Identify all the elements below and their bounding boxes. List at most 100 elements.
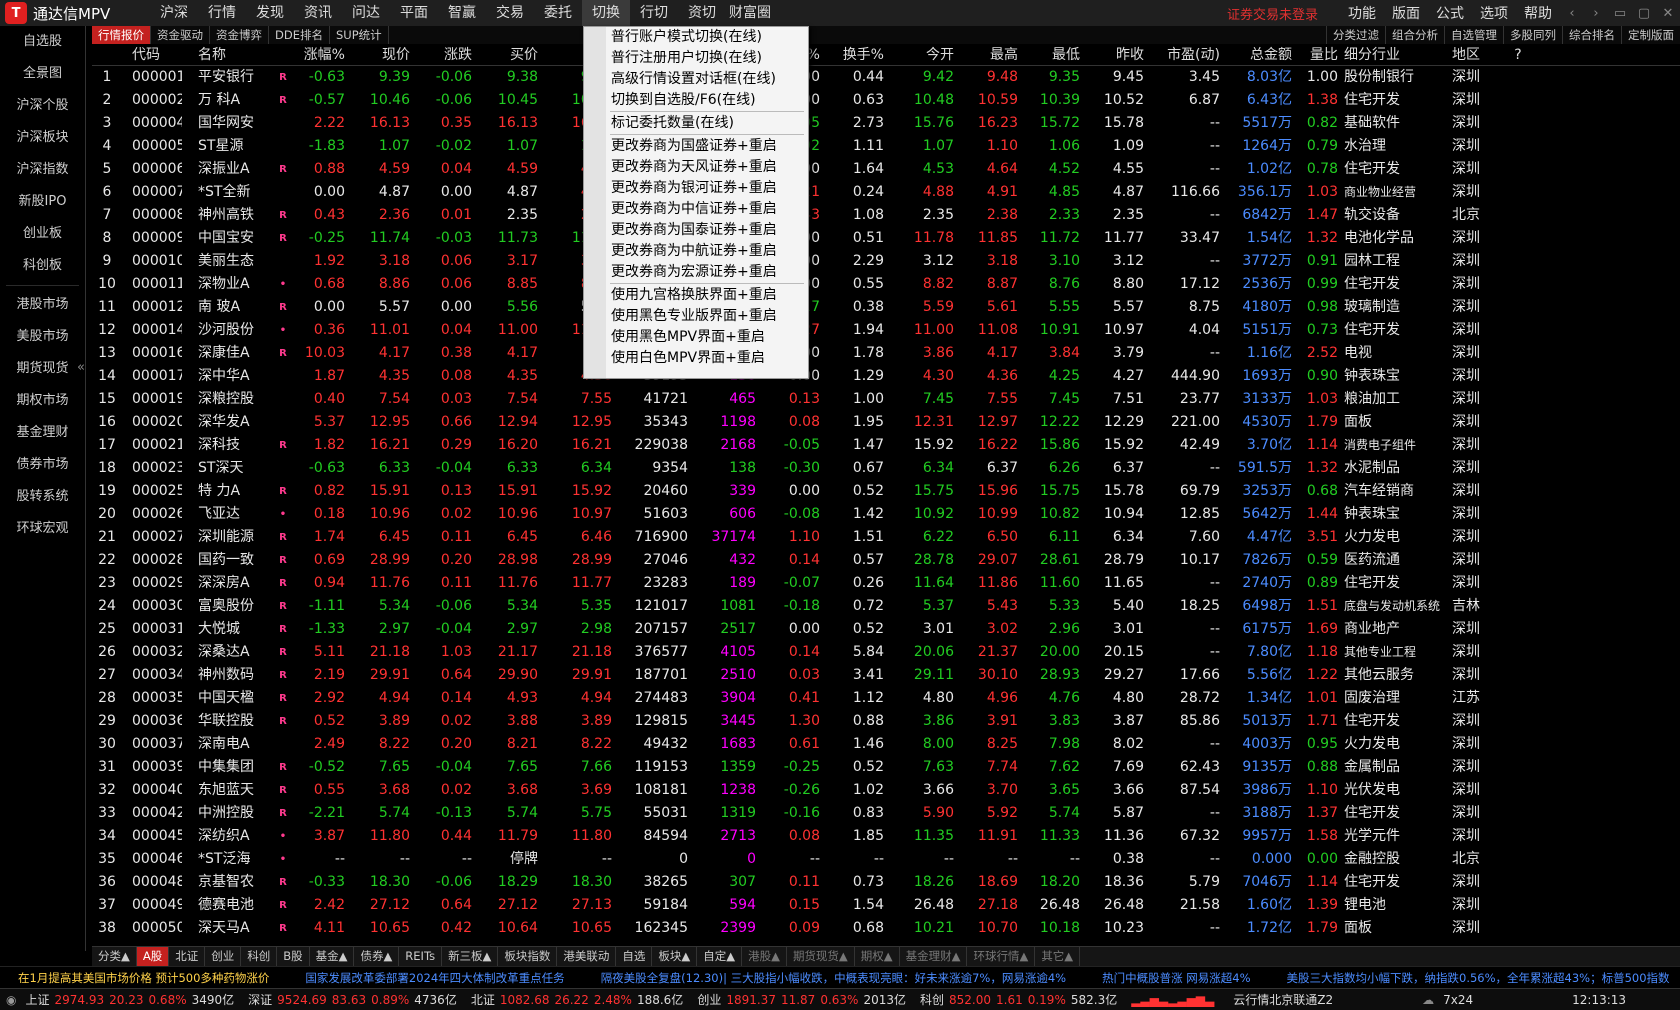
mode-label[interactable]: 7x24	[1443, 993, 1473, 1007]
sidebar-item-11[interactable]: 期权市场	[0, 385, 85, 417]
header-cell-13[interactable]: 今开	[896, 44, 954, 66]
category-tab-7[interactable]: 债券▲	[354, 947, 400, 966]
table-row[interactable]: 33 000042 中洲控股 R -2.21 5.74 -0.13 5.74 5.75 55031…	[92, 802, 1680, 825]
sidebar-item-1[interactable]: 全景图	[0, 58, 85, 90]
server-name[interactable]: 云行情北京联通Z2	[1233, 991, 1333, 1008]
menu-9[interactable]: 切换	[582, 0, 630, 26]
table-row[interactable]: 30 000037 深南电A 2.49 8.22 0.20 8.21 8.22 49432 168…	[92, 733, 1680, 756]
menu-8[interactable]: 委托	[534, 0, 582, 26]
table-row[interactable]: 11000012南 玻AR0.005.570.005.565.57-0.170.…	[92, 296, 1680, 319]
dropdown-item-11[interactable]: 更改券商为国泰证券+重启	[584, 220, 808, 241]
sidebar-item-0[interactable]: 自选股	[0, 26, 85, 58]
table-row[interactable]: 18 000023 ST深天 -0.63 6.33 -0.04 6.33 6.34 9354 13…	[92, 457, 1680, 480]
news-item-1[interactable]: 国家发展改革委部署2024年四大体制改革重点任务	[287, 967, 582, 988]
dropdown-item-7[interactable]: 更改券商为国盛证券+重启	[584, 136, 808, 157]
category-tab-8[interactable]: REITs	[399, 947, 443, 966]
minimize-icon[interactable]: ▭	[1608, 6, 1632, 21]
category-tab-3[interactable]: 创业	[205, 947, 242, 966]
category-tab-5[interactable]: B股	[277, 947, 310, 966]
menu-2[interactable]: 发现	[246, 0, 294, 26]
index-label-0[interactable]: 上证	[25, 991, 49, 1008]
subtab-right-2[interactable]: 自选管理	[1444, 26, 1503, 44]
sidebar-item-5[interactable]: 新股IPO	[0, 186, 85, 218]
sidebar-item-14[interactable]: 股转系统	[0, 481, 85, 513]
dropdown-item-0[interactable]: 普行账户模式切换(在线)	[584, 27, 808, 48]
header-cell-4[interactable]: 涨幅%	[292, 44, 345, 66]
table-row[interactable]: 22 000028 国药一致 R 0.69 28.99 0.20 28.98 28.99 2704…	[92, 549, 1680, 572]
dropdown-item-2[interactable]: 高级行情设置对话框(在线)	[584, 69, 808, 90]
dropdown-item-3[interactable]: 切换到自选股/F6(在线)	[584, 90, 808, 111]
table-row[interactable]: 5000006深振业AR0.884.590.044.594.600.001.64…	[92, 158, 1680, 181]
table-row[interactable]: 38 000050 深天马A R 4.11 10.65 0.42 10.64 10.65 1623…	[92, 917, 1680, 940]
table-row[interactable]: 21 000027 深圳能源 R 1.74 6.45 0.11 6.45 6.46 716900 3…	[92, 526, 1680, 549]
table-row[interactable]: 12000014沙河股份•0.3611.010.0411.0011.010.27…	[92, 319, 1680, 342]
subtab-0[interactable]: 行情报价	[92, 26, 151, 44]
dropdown-item-1[interactable]: 普行注册用户切换(在线)	[584, 48, 808, 69]
category-tab-14[interactable]: 自定▲	[697, 947, 743, 966]
sidebar-item-9[interactable]: 美股市场	[0, 321, 85, 353]
category-tab-19[interactable]: 环球行情▲	[967, 947, 1036, 966]
dropdown-item-16[interactable]: 使用黑色专业版界面+重启	[584, 306, 808, 327]
header-cell-0[interactable]	[92, 44, 122, 66]
table-row[interactable]: 17 000021 深科技 R 1.82 16.21 0.29 16.20 16.21 22903…	[92, 434, 1680, 457]
sidebar-item-12[interactable]: 基金理财	[0, 417, 85, 449]
sidebar-item-2[interactable]: 沪深个股	[0, 90, 85, 122]
subtab-right-5[interactable]: 定制版面	[1621, 26, 1680, 44]
table-row[interactable]: 19 000025 特 力A R 0.82 15.91 0.13 15.91 15.92 2046…	[92, 480, 1680, 503]
table-row[interactable]: 4000005ST星源-1.831.07-0.021.071.08-0.921.…	[92, 135, 1680, 158]
table-row[interactable]: 25 000031 大悦城 R -1.33 2.97 -0.04 2.97 2.98 207157…	[92, 618, 1680, 641]
dropdown-item-10[interactable]: 更改券商为中信证券+重启	[584, 199, 808, 220]
sidebar-collapse-icon[interactable]: «	[77, 360, 85, 375]
category-tab-15[interactable]: 港股▲	[742, 947, 787, 966]
subtab-right-0[interactable]: 分类过滤	[1326, 26, 1385, 44]
header-cell-22[interactable]: ?	[1510, 44, 1526, 66]
forward-icon[interactable]: ›	[1584, 6, 1608, 21]
table-row[interactable]: 28 000035 中国天楹 R 2.92 4.94 0.14 4.93 4.94 274483 3…	[92, 687, 1680, 710]
header-cell-20[interactable]: 细分行业	[1344, 44, 1446, 66]
sidebar-item-15[interactable]: 环球宏观	[0, 513, 85, 545]
dropdown-item-9[interactable]: 更改券商为银河证券+重启	[584, 178, 808, 199]
menu-12[interactable]: 财富圈	[726, 0, 774, 26]
menu-7[interactable]: 交易	[486, 0, 534, 26]
category-tab-6[interactable]: 基金▲	[310, 947, 355, 966]
menu-1[interactable]: 行情	[198, 0, 246, 26]
table-row[interactable]: 26 000032 深桑达A R 5.11 21.18 1.03 21.17 21.18 3765…	[92, 641, 1680, 664]
subtab-right-4[interactable]: 综合排名	[1562, 26, 1621, 44]
table-row[interactable]: 32 000040 东旭蓝天 R 0.55 3.68 0.02 3.68 3.69 108181 1…	[92, 779, 1680, 802]
table-row[interactable]: 27 000034 神州数码 R 2.19 29.91 0.64 29.90 29.91 1877…	[92, 664, 1680, 687]
category-tab-4[interactable]: 科创	[241, 947, 278, 966]
header-cell-14[interactable]: 最高	[960, 44, 1018, 66]
news-item-4[interactable]: 美股三大指数均小幅下跌，纳指跌0.56%，全年累涨超43%；标普500指数	[1269, 967, 1680, 988]
header-cell-19[interactable]: 量比	[1298, 44, 1338, 66]
sidebar-item-7[interactable]: 科创板	[0, 250, 85, 282]
menu-0[interactable]: 沪深	[150, 0, 198, 26]
table-row[interactable]: 2000002万 科AR-0.5710.46-0.0610.4510.460.0…	[92, 89, 1680, 112]
index-label-3[interactable]: 创业	[697, 991, 721, 1008]
back-icon[interactable]: ‹	[1560, 6, 1584, 21]
table-row[interactable]: 8000009中国宝安R-0.2511.74-0.0311.7311.740.0…	[92, 227, 1680, 250]
dropdown-item-8[interactable]: 更改券商为天风证券+重启	[584, 157, 808, 178]
table-row[interactable]: 9000010美丽生态1.923.180.063.173.180.002.293…	[92, 250, 1680, 273]
sidebar-item-3[interactable]: 沪深板块	[0, 122, 85, 154]
header-cell-18[interactable]: 总金额	[1230, 44, 1292, 66]
dropdown-item-5[interactable]: 标记委托数量(在线)	[584, 113, 808, 134]
maximize-icon[interactable]: ▢	[1632, 6, 1656, 21]
header-cell-15[interactable]: 最低	[1022, 44, 1080, 66]
table-row[interactable]: 7000008神州高铁R0.432.360.012.352.360.431.08…	[92, 204, 1680, 227]
menu-3[interactable]: 资讯	[294, 0, 342, 26]
market-index-icon[interactable]: ◉	[6, 993, 16, 1007]
index-label-2[interactable]: 北证	[471, 991, 495, 1008]
dropdown-item-15[interactable]: 使用九宫格换肤界面+重启	[584, 285, 808, 306]
header-cell-16[interactable]: 昨收	[1092, 44, 1144, 66]
dropdown-item-17[interactable]: 使用黑色MPV界面+重启	[584, 327, 808, 348]
table-row[interactable]: 34 000045 深纺织A • 3.87 11.80 0.44 11.79 11.80 8459…	[92, 825, 1680, 848]
table-row[interactable]: 23 000029 深深房A R 0.94 11.76 0.11 11.76 11.77 2328…	[92, 572, 1680, 595]
table-row[interactable]: 29 000036 华联控股 R 0.52 3.89 0.02 3.88 3.89 129815 3…	[92, 710, 1680, 733]
header-cell-12[interactable]: 换手%	[828, 44, 884, 66]
right-menu-0[interactable]: 功能	[1340, 3, 1384, 23]
dropdown-item-12[interactable]: 更改券商为中航证券+重启	[584, 241, 808, 262]
news-item-0[interactable]: 在1月提高其美国市场价格 预计500多种药物涨价	[0, 967, 287, 988]
right-menu-4[interactable]: 帮助	[1516, 3, 1560, 23]
header-cell-5[interactable]: 现价	[350, 44, 410, 66]
category-tab-16[interactable]: 期货现货▲	[787, 947, 855, 966]
